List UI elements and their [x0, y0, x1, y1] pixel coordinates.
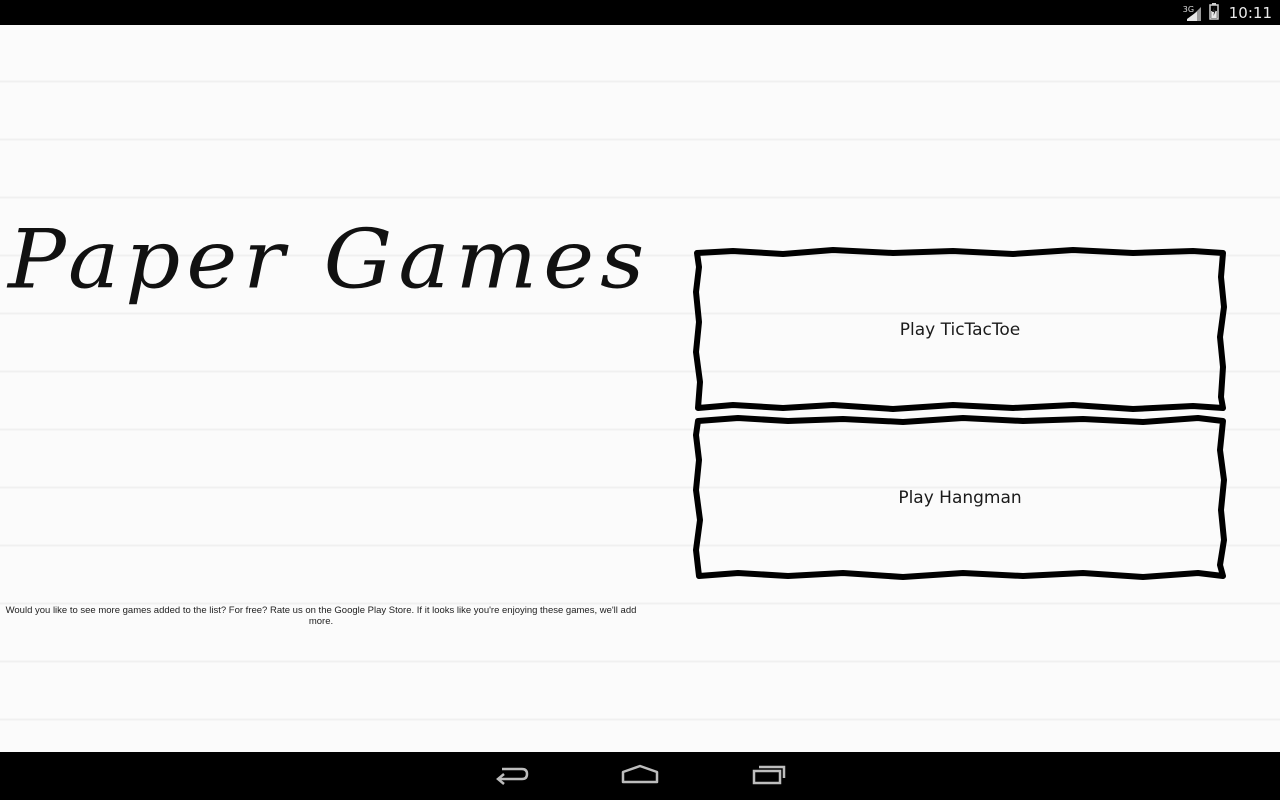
recents-button[interactable]: [737, 760, 801, 792]
back-button[interactable]: [480, 760, 544, 792]
recents-icon: [751, 763, 787, 790]
network-type-label: 3G: [1182, 4, 1195, 14]
status-bar: 3G 10:11: [0, 0, 1280, 25]
back-icon: [494, 763, 530, 790]
paper-games-screen: Paper Games Play TicTacToe Play Hangman …: [0, 25, 1280, 752]
app-title: Paper Games: [8, 212, 651, 308]
home-button[interactable]: [608, 760, 672, 792]
rate-us-note: Would you like to see more games added t…: [5, 605, 637, 627]
battery-icon: [1209, 2, 1219, 24]
play-hangman-label: Play Hangman: [898, 487, 1022, 508]
home-icon: [621, 763, 659, 790]
play-hangman-button[interactable]: Play Hangman: [693, 415, 1227, 580]
play-tictactoe-label: Play TicTacToe: [899, 319, 1021, 340]
signal-icon: 3G: [1183, 4, 1203, 22]
clock: 10:11: [1228, 3, 1272, 22]
navigation-bar: [0, 752, 1280, 800]
status-icons: 3G 10:11: [1183, 0, 1272, 25]
play-tictactoe-button[interactable]: Play TicTacToe: [693, 247, 1227, 412]
